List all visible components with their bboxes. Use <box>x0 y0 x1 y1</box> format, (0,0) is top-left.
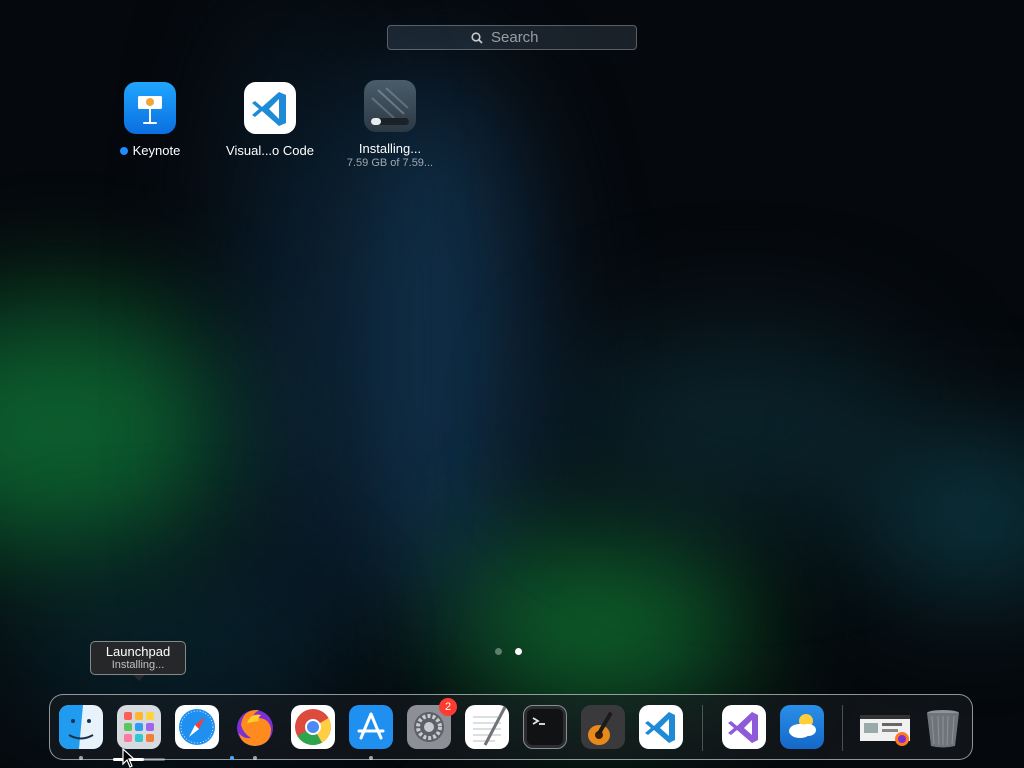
dock-item-finder[interactable] <box>59 705 103 749</box>
dock-item-terminal[interactable] <box>523 705 567 749</box>
dock-item-garageband[interactable] <box>581 705 625 749</box>
launchpad-icon <box>124 712 154 742</box>
dock-item-safari[interactable] <box>175 705 219 749</box>
vscode-icon <box>645 712 675 743</box>
app-installing[interactable]: Installing... 7.59 GB of 7.59... <box>335 80 445 169</box>
install-progress-bar <box>371 118 409 125</box>
dock-tooltip: Launchpad Installing... <box>90 641 186 681</box>
running-indicator <box>230 756 234 760</box>
app-visual-studio-code[interactable]: Visual...o Code <box>215 82 325 158</box>
page-dot-2[interactable] <box>515 648 522 655</box>
search-input[interactable] <box>489 28 553 47</box>
mouse-cursor-icon <box>122 748 136 768</box>
dock-item-textedit[interactable] <box>465 705 509 749</box>
dock: 2 <box>49 694 973 760</box>
notification-badge: 2 <box>439 698 457 716</box>
dock-item-weather[interactable] <box>780 705 824 749</box>
vscode-icon <box>244 82 296 134</box>
chrome-icon <box>295 709 332 746</box>
dock-item-chrome[interactable] <box>291 705 335 749</box>
search-icon <box>471 31 483 44</box>
visual-studio-icon <box>728 712 758 743</box>
app-keynote[interactable]: Keynote <box>95 82 205 158</box>
dock-item-trash[interactable] <box>921 705 965 749</box>
dock-item-firefox[interactable] <box>233 705 277 749</box>
app-label: Visual...o Code <box>226 143 314 158</box>
safari-icon <box>179 709 215 745</box>
textedit-icon <box>473 706 507 746</box>
trash-icon <box>927 710 959 748</box>
app-store-icon <box>349 705 393 749</box>
dock-item-app-store[interactable] <box>349 705 393 749</box>
running-indicator <box>79 756 83 760</box>
tooltip-title: Launchpad <box>105 644 171 659</box>
dock-item-launchpad[interactable] <box>117 705 161 749</box>
new-app-indicator <box>119 146 128 155</box>
garageband-icon <box>581 705 625 749</box>
running-indicator <box>369 756 373 760</box>
firefox-icon <box>237 709 273 746</box>
dock-item-downloads-stack[interactable] <box>858 705 914 749</box>
app-label: Installing... <box>358 141 422 156</box>
launchpad-search-field[interactable] <box>387 25 637 50</box>
running-indicator <box>253 756 257 760</box>
app-label: Keynote <box>132 143 181 158</box>
keynote-icon <box>124 82 176 134</box>
tooltip-subtitle: Installing... <box>111 659 165 671</box>
folder-stack-icon <box>860 715 910 746</box>
installer-icon <box>364 80 416 132</box>
launchpad-install-progress <box>113 758 165 761</box>
weather-icon <box>789 714 816 738</box>
page-dot-1[interactable] <box>495 648 502 655</box>
finder-icon <box>59 705 103 749</box>
dock-separator <box>702 705 703 751</box>
dock-item-vscode[interactable] <box>639 705 683 749</box>
install-progress-text: 7.59 GB of 7.59... <box>346 157 434 169</box>
dock-separator <box>842 705 843 751</box>
page-indicator[interactable] <box>495 648 522 655</box>
dock-item-system-settings[interactable]: 2 <box>407 698 457 749</box>
terminal-icon <box>527 709 563 745</box>
dock-item-visual-studio[interactable] <box>722 705 766 749</box>
